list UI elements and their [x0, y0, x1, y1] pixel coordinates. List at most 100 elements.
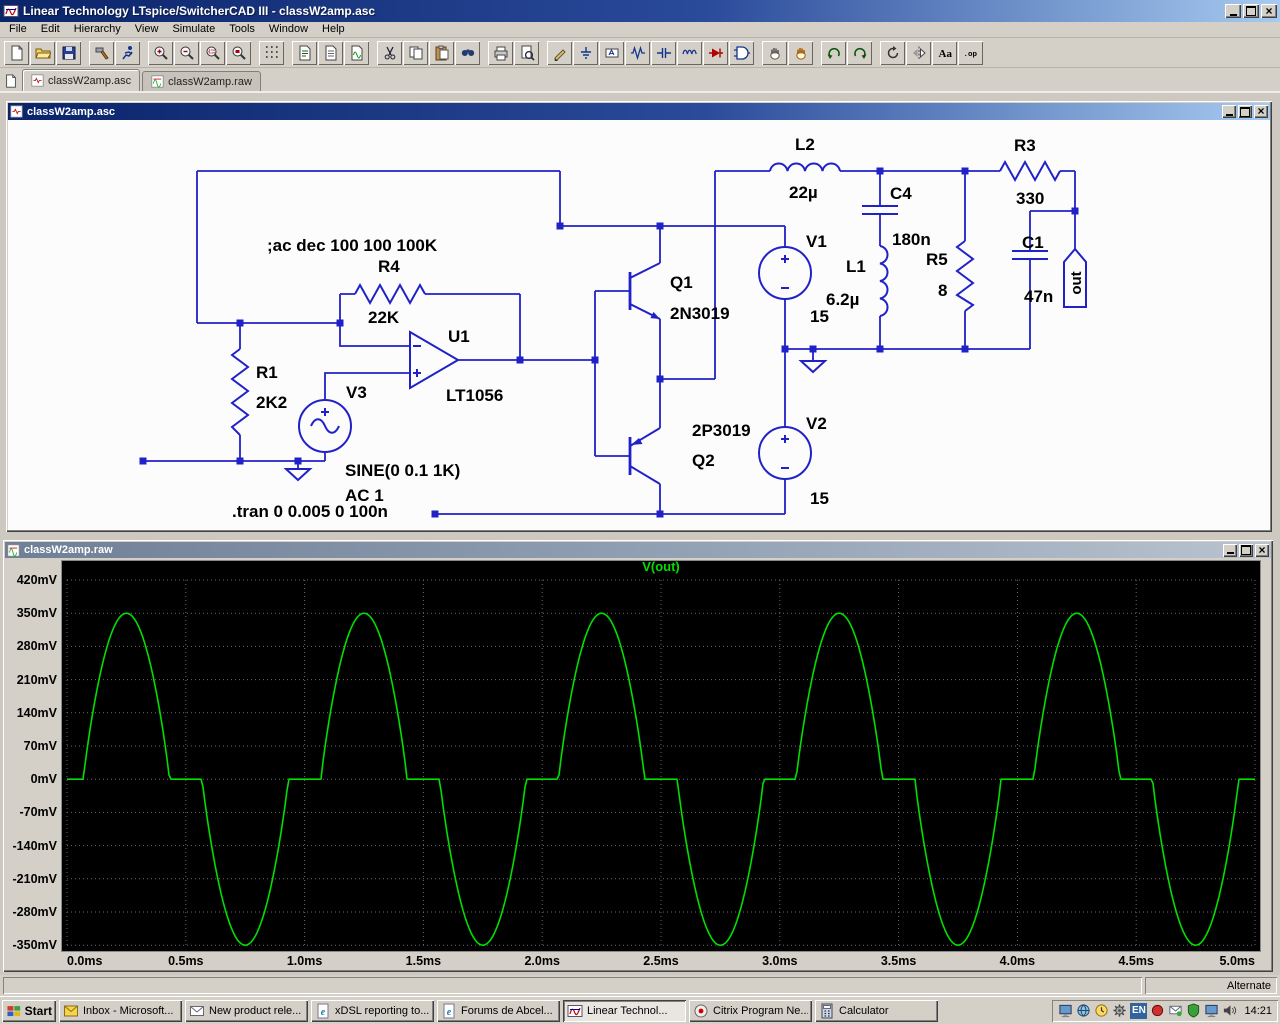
- capacitor-C4[interactable]: [862, 205, 898, 215]
- menu-window[interactable]: Window: [262, 22, 315, 37]
- place-ground-button[interactable]: [573, 40, 598, 65]
- y-axis-label[interactable]: -280mV: [7, 904, 57, 920]
- label-U1-name[interactable]: U1: [448, 327, 470, 346]
- paste-button[interactable]: [429, 40, 454, 65]
- label-R3-name[interactable]: R3: [1014, 136, 1036, 155]
- inductor-L2[interactable]: [769, 162, 841, 172]
- ground-symbol[interactable]: [283, 468, 313, 482]
- tray-display-icon[interactable]: [1058, 1003, 1073, 1018]
- label-V1-name[interactable]: V1: [806, 232, 827, 251]
- ground-symbol[interactable]: [798, 360, 828, 374]
- x-axis-label[interactable]: 0.5ms: [155, 954, 217, 968]
- trace-vout[interactable]: [67, 612, 1255, 947]
- label-C1-value[interactable]: 47n: [1024, 287, 1053, 306]
- tray-network-icon[interactable]: [1204, 1003, 1219, 1018]
- taskbar-task-1[interactable]: Inbox - Microsoft...: [59, 999, 182, 1022]
- label-R5-value[interactable]: 8: [938, 281, 947, 300]
- y-axis-label[interactable]: -350mV: [7, 937, 57, 953]
- x-axis-label[interactable]: 2.5ms: [630, 954, 692, 968]
- view-log-button[interactable]: [318, 40, 343, 65]
- menu-tools[interactable]: Tools: [222, 22, 262, 37]
- taskbar-task-5[interactable]: Linear Technol...: [563, 999, 686, 1022]
- language-indicator[interactable]: EN: [1130, 1002, 1148, 1019]
- label-R3-value[interactable]: 330: [1016, 189, 1044, 208]
- plot-settings-button[interactable]: [344, 40, 369, 65]
- place-diode-button[interactable]: [703, 40, 728, 65]
- x-axis-label[interactable]: 4.5ms: [1105, 954, 1167, 968]
- redo-button[interactable]: [847, 40, 872, 65]
- open-button[interactable]: [30, 40, 55, 65]
- label-Q2-name[interactable]: Q2: [692, 451, 715, 470]
- resistor-R5[interactable]: [955, 240, 975, 312]
- start-button[interactable]: Start: [2, 999, 56, 1022]
- undo-button[interactable]: [821, 40, 846, 65]
- label-Q2-value[interactable]: 2P3019: [692, 421, 751, 440]
- label-R1-name[interactable]: R1: [256, 363, 278, 382]
- resistor-R4[interactable]: [354, 282, 426, 306]
- voltage-source-V3[interactable]: [298, 399, 352, 453]
- label-V1-value[interactable]: 15: [810, 307, 829, 326]
- label-V3-ac[interactable]: AC 1: [345, 486, 384, 505]
- label-C1-name[interactable]: C1: [1022, 233, 1044, 252]
- waveform-window-titlebar[interactable]: classW2amp.raw: [5, 542, 1271, 558]
- find-button[interactable]: [455, 40, 480, 65]
- label-U1-value[interactable]: LT1056: [446, 386, 503, 405]
- x-axis-label[interactable]: 1.5ms: [392, 954, 454, 968]
- transistor-Q2[interactable]: [628, 427, 661, 485]
- print-preview-button[interactable]: [514, 40, 539, 65]
- schematic-canvas-area[interactable]: ;ac dec 100 100 100K .tran 0 0.005 0 100…: [8, 120, 1270, 530]
- y-axis-label[interactable]: 350mV: [7, 605, 57, 621]
- print-button[interactable]: [488, 40, 513, 65]
- taskbar-task-3[interactable]: e xDSL reporting to...: [311, 999, 434, 1022]
- x-axis-label[interactable]: 4.0ms: [986, 954, 1048, 968]
- inductor-L1[interactable]: [879, 245, 889, 317]
- label-R5-name[interactable]: R5: [926, 250, 948, 269]
- x-axis-label[interactable]: 5.0ms: [1193, 954, 1255, 968]
- taskbar-task-7[interactable]: Calculator: [815, 999, 938, 1022]
- label-V3-value[interactable]: SINE(0 0.1 1K): [345, 461, 460, 480]
- waveform-minimize-button[interactable]: [1223, 543, 1237, 557]
- tab-classW2amp.raw[interactable]: classW2amp.raw: [142, 71, 261, 91]
- label-C4-value[interactable]: 180n: [892, 230, 931, 249]
- place-text-button[interactable]: Aa: [932, 40, 957, 65]
- label-out-port[interactable]: out: [1068, 271, 1085, 294]
- zoom-out-button[interactable]: [174, 40, 199, 65]
- schematic-maximize-button[interactable]: [1238, 105, 1252, 118]
- rotate-button[interactable]: [880, 40, 905, 65]
- menu-file[interactable]: File: [2, 22, 34, 37]
- minimize-button[interactable]: [1225, 4, 1241, 18]
- label-V2-value[interactable]: 15: [810, 489, 829, 508]
- show-grid-button[interactable]: [259, 40, 284, 65]
- copy-button[interactable]: [403, 40, 428, 65]
- label-C4-name[interactable]: C4: [890, 184, 912, 203]
- menu-help[interactable]: Help: [315, 22, 352, 37]
- voltage-source-V2[interactable]: [758, 426, 812, 480]
- menu-simulate[interactable]: Simulate: [165, 22, 222, 37]
- tray-messenger-icon[interactable]: [1168, 1003, 1183, 1018]
- x-axis-label[interactable]: 3.5ms: [868, 954, 930, 968]
- menu-edit[interactable]: Edit: [34, 22, 67, 37]
- taskbar-task-2[interactable]: New product rele...: [185, 999, 308, 1022]
- y-axis-label[interactable]: -210mV: [7, 871, 57, 887]
- tray-scheduler-icon[interactable]: [1094, 1003, 1109, 1018]
- taskbar-task-4[interactable]: e Forums de Abcel...: [437, 999, 560, 1022]
- taskbar-task-6[interactable]: Citrix Program Ne...: [689, 999, 812, 1022]
- place-inductor-button[interactable]: [677, 40, 702, 65]
- zoom-area-button[interactable]: [200, 40, 225, 65]
- tray-graphics-icon[interactable]: [1076, 1003, 1091, 1018]
- tab-classW2amp.asc[interactable]: classW2amp.asc: [22, 69, 141, 91]
- x-axis-label[interactable]: 1.0ms: [274, 954, 336, 968]
- y-axis-label[interactable]: 0mV: [7, 771, 57, 787]
- label-Q1-name[interactable]: Q1: [670, 273, 693, 292]
- title-bar[interactable]: Linear Technology LTspice/SwitcherCAD II…: [0, 0, 1280, 22]
- waveform-plot[interactable]: [5, 558, 1271, 970]
- label-R4-value[interactable]: 22K: [368, 308, 400, 327]
- y-axis-label[interactable]: 140mV: [7, 705, 57, 721]
- move-button[interactable]: [762, 40, 787, 65]
- label-L1-name[interactable]: L1: [846, 257, 866, 276]
- draw-wire-button[interactable]: [547, 40, 572, 65]
- menu-hierarchy[interactable]: Hierarchy: [67, 22, 128, 37]
- new-schematic-button[interactable]: [4, 40, 29, 65]
- waveform-close-button[interactable]: [1255, 543, 1269, 557]
- tray-volume-icon[interactable]: [1222, 1003, 1237, 1018]
